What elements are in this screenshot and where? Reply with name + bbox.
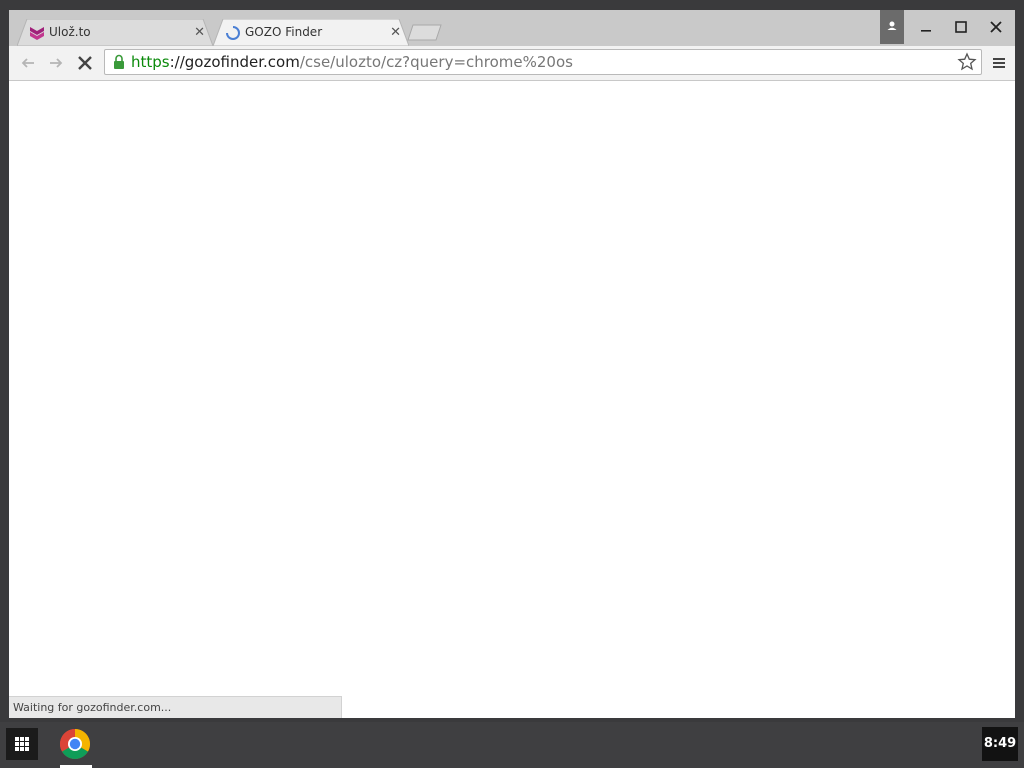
chrome-icon[interactable] <box>59 728 91 760</box>
back-button[interactable] <box>14 46 42 80</box>
url-scheme: https <box>131 53 170 71</box>
tab-title: Ulož.to <box>49 25 91 39</box>
stop-loading-button[interactable] <box>71 46 99 80</box>
maximize-icon <box>955 21 967 33</box>
bookmark-star-icon[interactable] <box>957 52 977 72</box>
person-icon <box>887 21 897 30</box>
app-grid-icon <box>15 737 29 751</box>
url-host: ://gozofinder.com <box>169 53 300 71</box>
close-tab-icon[interactable]: ✕ <box>390 19 401 46</box>
browser-window: Ulož.to ✕ GOZO Finder ✕ https://gozofind… <box>9 10 1015 718</box>
arrow-right-icon <box>50 58 63 68</box>
close-tab-icon[interactable]: ✕ <box>194 19 205 46</box>
address-bar[interactable]: https://gozofinder.com/cse/ulozto/cz?que… <box>104 49 982 75</box>
browser-toolbar: https://gozofinder.com/cse/ulozto/cz?que… <box>9 46 1015 81</box>
tab-strip: Ulož.to ✕ GOZO Finder ✕ <box>9 10 1015 46</box>
launcher-button[interactable] <box>6 728 38 760</box>
maximize-button[interactable] <box>944 10 978 44</box>
lock-icon[interactable] <box>112 54 126 70</box>
new-tab-button[interactable] <box>407 24 443 41</box>
minimize-icon <box>921 30 931 32</box>
close-window-button[interactable] <box>979 10 1013 44</box>
stop-icon <box>78 56 92 70</box>
profile-button[interactable] <box>880 10 904 44</box>
status-bubble: Waiting for gozofinder.com... <box>9 696 342 718</box>
ulozto-logo-icon <box>30 27 44 40</box>
url-path: /cse/ulozto/cz?query=chrome%20os <box>299 53 573 71</box>
chrome-menu-button[interactable] <box>987 46 1011 80</box>
tab-ulozto[interactable]: Ulož.to ✕ <box>17 19 213 46</box>
close-icon <box>990 21 1002 33</box>
tab-title: GOZO Finder <box>245 25 323 39</box>
arrow-left-icon <box>21 58 34 68</box>
tab-gozo-finder[interactable]: GOZO Finder ✕ <box>213 19 409 46</box>
hamburger-menu-icon <box>993 58 1005 68</box>
url-text[interactable]: https://gozofinder.com/cse/ulozto/cz?que… <box>131 50 573 74</box>
page-content: Waiting for gozofinder.com... <box>9 81 1015 718</box>
shelf: 8:49 <box>0 722 1024 768</box>
loading-spinner-icon <box>226 26 240 40</box>
system-tray-clock[interactable]: 8:49 <box>982 727 1018 761</box>
minimize-button[interactable] <box>909 10 943 44</box>
forward-button[interactable] <box>42 46 70 80</box>
tab-shape <box>17 19 213 46</box>
